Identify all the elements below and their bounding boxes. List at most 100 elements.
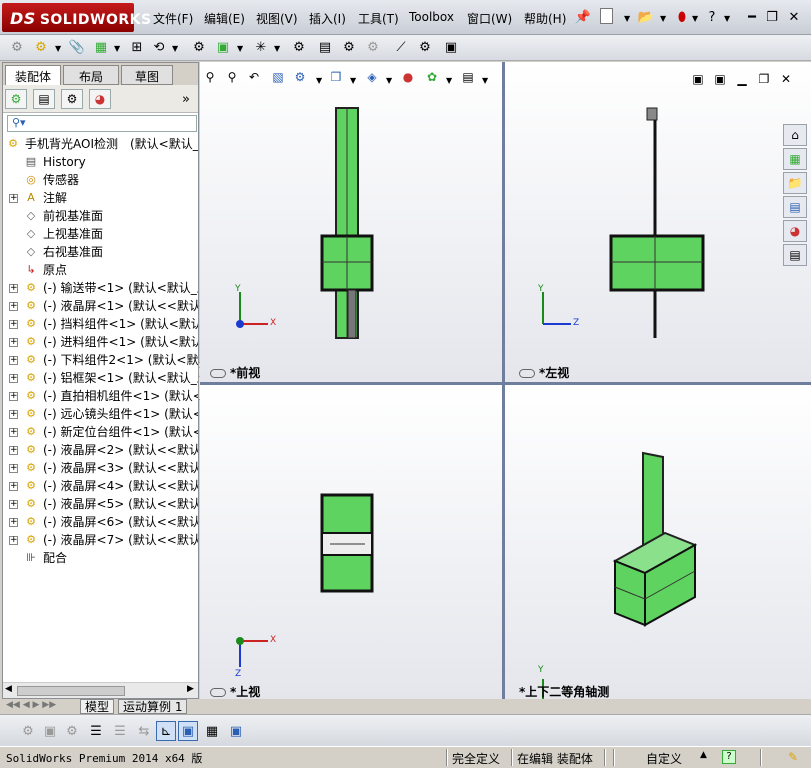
tree-item[interactable]: + ⚙ (-) 挡料组件<1> (默认<默认 <box>3 315 198 333</box>
help-dropdown-icon[interactable]: ▼ <box>724 14 730 23</box>
zoom-to-area-icon[interactable]: ⚲ <box>224 69 240 85</box>
expand-panel-icon[interactable]: » <box>177 90 195 108</box>
view-dropdown-2-icon[interactable]: ▼ <box>350 76 356 85</box>
mate-icon[interactable]: 📎 <box>68 38 86 56</box>
tree-item[interactable]: ◇ 上视基准面 <box>3 225 198 243</box>
tree-item[interactable]: + ⚙ (-) 新定位台组件<1> (默认< <box>3 423 198 441</box>
interference-icon[interactable]: ⟋ <box>392 38 410 56</box>
menu-view[interactable]: 视图(V) <box>256 10 298 27</box>
tab-motion-study[interactable]: 运动算例 1 <box>118 699 188 714</box>
expand-icon[interactable]: + <box>9 446 18 455</box>
viewport-minimize-icon[interactable]: ▁ <box>734 71 750 87</box>
insert-components-icon[interactable]: ⚙ <box>8 38 26 56</box>
tree-item[interactable]: + ⚙ (-) 液晶屏<2> (默认<<默认> <box>3 441 198 459</box>
menu-help[interactable]: 帮助(H) <box>524 10 566 27</box>
tree-item[interactable]: + ⚙ (-) 液晶屏<7> (默认<<默认> <box>3 531 198 549</box>
menu-tools[interactable]: 工具(T) <box>358 10 399 27</box>
expand-icon[interactable]: + <box>9 302 18 311</box>
tree-item[interactable]: ◎ 传感器 <box>3 171 198 189</box>
units-up-icon[interactable]: ▲ <box>700 750 707 760</box>
hide-show-items-icon[interactable]: ● <box>400 69 416 85</box>
expand-icon[interactable]: + <box>9 284 18 293</box>
assembly-features-icon[interactable]: ▣ <box>214 38 232 56</box>
view-dropdown-4-icon[interactable]: ▼ <box>446 76 452 85</box>
reference-dropdown-icon[interactable]: ▼ <box>274 44 280 53</box>
motion-icon-5[interactable]: ☰ <box>110 721 130 741</box>
previous-view-icon[interactable]: ↶ <box>246 69 262 85</box>
solidworks-logo[interactable]: DS SOLIDWORKS <box>2 3 151 32</box>
tree-root[interactable]: ⚙ 手机背光AOI检测 (默认<默认_显 <box>3 135 198 153</box>
feature-manager-icon[interactable]: ⚙ <box>5 89 27 109</box>
expand-icon[interactable]: + <box>9 320 18 329</box>
viewport-isometric[interactable]: Y X *上下二等角轴测 <box>505 385 811 700</box>
tree-item[interactable]: + ⚙ (-) 直拍相机组件<1> (默认< <box>3 387 198 405</box>
show-hidden-icon[interactable]: ⚙ <box>190 38 208 56</box>
viewport-front[interactable]: Y X *前视 <box>200 62 502 382</box>
scroll-thumb[interactable] <box>17 686 125 696</box>
property-manager-icon[interactable]: ▤ <box>33 89 55 109</box>
view-dropdown-3-icon[interactable]: ▼ <box>386 76 392 85</box>
motion-icon-6[interactable]: ⇆ <box>134 721 154 741</box>
dynamic-annotation-icon[interactable]: ⚙ <box>292 69 308 85</box>
expand-icon[interactable]: + <box>9 518 18 527</box>
reference-geometry-icon[interactable]: ✳ <box>252 38 270 56</box>
smart-fasteners-icon[interactable]: ⊞ <box>128 38 146 56</box>
motion-icon-10[interactable]: ▣ <box>226 721 246 741</box>
display-manager-icon[interactable]: ◕ <box>89 89 111 109</box>
expand-icon[interactable]: + <box>9 194 18 203</box>
tree-item[interactable]: + A 注解 <box>3 189 198 207</box>
motion-icon-2[interactable]: ▣ <box>40 721 60 741</box>
new-motion-study-icon[interactable]: ⚙ <box>290 38 308 56</box>
scroll-right-icon[interactable]: ▶ <box>187 684 194 694</box>
tree-item[interactable]: + ⚙ (-) 远心镜头组件<1> (默认< <box>3 405 198 423</box>
tab-model[interactable]: 模型 <box>80 699 115 714</box>
expand-icon[interactable]: + <box>9 482 18 491</box>
expand-icon[interactable]: + <box>9 500 18 509</box>
graphics-area[interactable]: Y X *前视 Y Z *左视 X Z *上视 Y *上下二等角轴测 ⚲ ⚲ ↶… <box>200 62 811 700</box>
tree-item[interactable]: + ⚙ (-) 液晶屏<3> (默认<<默认> <box>3 459 198 477</box>
large-assembly-icon[interactable]: ▣ <box>442 38 460 56</box>
linear-pattern-icon[interactable]: ▦ <box>92 38 110 56</box>
tab-nav-icon[interactable]: ◀◀ ◀ ▶ ▶▶ <box>6 700 56 710</box>
expand-icon[interactable]: + <box>9 392 18 401</box>
tree-item[interactable]: ▤ History <box>3 153 198 171</box>
viewport-link-icon[interactable]: ▣ <box>690 71 706 87</box>
viewport-restore-icon[interactable]: ❐ <box>756 71 772 87</box>
tab-assembly[interactable]: 装配体 <box>5 65 61 85</box>
apply-scene-icon[interactable]: ▤ <box>460 69 476 85</box>
motion-icon-3[interactable]: ⚙ <box>62 721 82 741</box>
design-library-icon[interactable]: ▦ <box>783 148 807 170</box>
motion-icon-4[interactable]: ☰ <box>86 721 106 741</box>
help-status-icon[interactable]: ? <box>722 750 736 764</box>
tree-item[interactable]: + ⚙ (-) 液晶屏<5> (默认<<默认> <box>3 495 198 513</box>
units-status[interactable]: 自定义 <box>646 750 682 767</box>
viewport-link2-icon[interactable]: ▣ <box>712 71 728 87</box>
help-icon[interactable]: ? <box>703 8 721 26</box>
new-dropdown-icon[interactable]: ▼ <box>624 14 630 23</box>
move-dropdown-icon[interactable]: ▼ <box>172 44 178 53</box>
new-assembly-icon[interactable]: ⚙ <box>32 38 50 56</box>
expand-icon[interactable]: + <box>9 338 18 347</box>
rebuild-dropdown-icon[interactable]: ▼ <box>692 14 698 23</box>
viewport-splitter-vertical[interactable] <box>502 62 505 700</box>
menu-file[interactable]: 文件(F) <box>153 10 193 27</box>
new-document-icon[interactable] <box>600 8 613 24</box>
open-folder-icon[interactable]: 📂 <box>637 8 655 26</box>
explode-line-icon[interactable]: ⚙ <box>364 38 382 56</box>
display-style-icon[interactable]: ◈ <box>364 69 380 85</box>
instant3d-icon[interactable]: ⚙ <box>416 38 434 56</box>
custom-properties-icon[interactable]: ▤ <box>783 244 807 266</box>
motion-icon-7[interactable]: ⊾ <box>156 721 176 741</box>
tree-item[interactable]: + ⚙ (-) 输送带<1> (默认<默认_显 <box>3 279 198 297</box>
zoom-to-fit-icon[interactable]: ⚲ <box>202 69 218 85</box>
viewport-left[interactable]: Y Z *左视 <box>505 62 811 382</box>
minimize-icon[interactable]: ━ <box>743 8 761 26</box>
expand-icon[interactable]: + <box>9 374 18 383</box>
tab-sketch[interactable]: 草图 <box>121 65 173 85</box>
motion-icon-1[interactable]: ⚙ <box>18 721 38 741</box>
traffic-light-icon[interactable]: ⬮ <box>673 8 691 26</box>
tree-item[interactable]: + ⚙ (-) 液晶屏<4> (默认<<默认> <box>3 477 198 495</box>
pin-icon[interactable]: 📌 <box>574 8 592 26</box>
scroll-left-icon[interactable]: ◀ <box>5 684 12 694</box>
tree-item[interactable]: ↳ 原点 <box>3 261 198 279</box>
